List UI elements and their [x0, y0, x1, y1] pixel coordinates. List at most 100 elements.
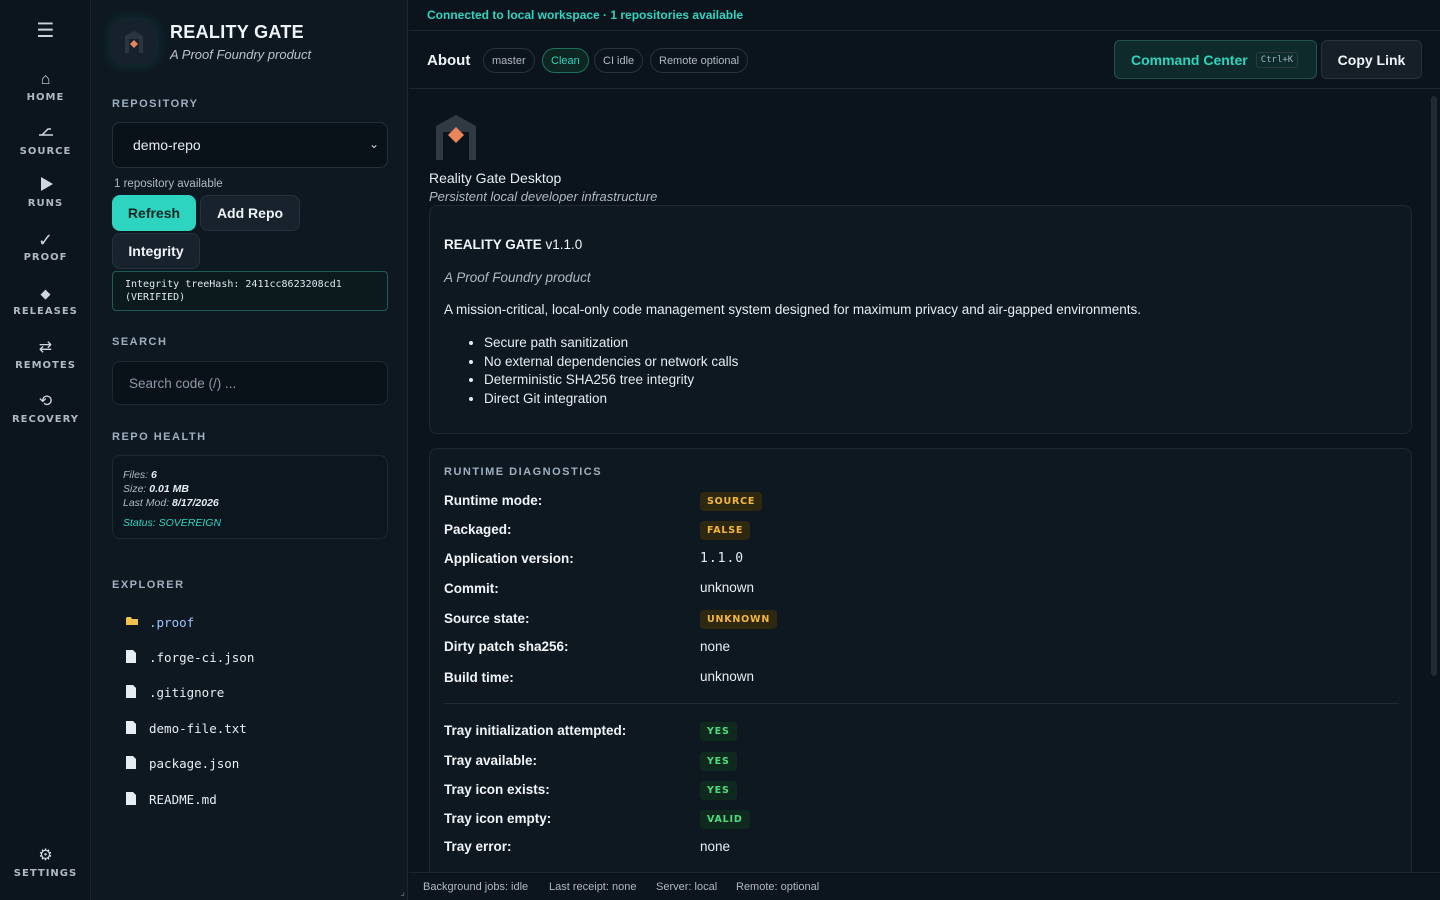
explorer-file[interactable]: README.md	[126, 789, 217, 809]
play-icon	[0, 176, 91, 196]
diag-label: Tray available:	[444, 753, 538, 768]
repo-health-panel: Files: 6 Size: 0.01 MB Last Mod: 8/17/20…	[112, 455, 388, 539]
health-lastmod-label: Last Mod:	[123, 497, 170, 509]
rail-item-label: RUNS	[27, 198, 64, 209]
rail-item-remotes[interactable]: ⇄ REMOTES	[0, 338, 91, 371]
feature-item: Deterministic SHA256 tree integrity	[484, 371, 738, 390]
diag-value: unknown	[700, 580, 755, 595]
explorer-file[interactable]: demo-file.txt	[126, 718, 247, 738]
folder-icon	[126, 615, 139, 629]
file-name: package.json	[149, 755, 240, 771]
hamburger-icon[interactable]: ☰	[0, 18, 91, 43]
health-files: Files: 6	[123, 468, 377, 482]
health-size: Size: 0.01 MB	[123, 482, 377, 496]
status-last-receipt: Last receipt: none	[549, 881, 637, 893]
sidebar: REALITY GATE A Proof Foundry product REP…	[92, 0, 408, 900]
diag-value: unknown	[700, 669, 755, 684]
search-input[interactable]	[112, 361, 388, 405]
health-status: Status: SOVEREIGN	[123, 517, 222, 529]
diag-label: Packaged:	[444, 522, 512, 537]
rail-item-runs[interactable]: RUNS	[0, 176, 91, 209]
diag-label: Build time:	[444, 670, 514, 685]
feature-list: Secure path sanitization No external dep…	[484, 334, 738, 408]
diag-label: Dirty patch sha256:	[444, 639, 569, 654]
rail-item-releases[interactable]: ◆ RELEASES	[0, 284, 91, 317]
diag-label: Commit:	[444, 581, 499, 596]
restore-icon: ⟲	[38, 393, 53, 410]
repository-select[interactable]: demo-repo ⌄	[112, 122, 388, 168]
ci-status-pill: CI idle	[594, 48, 644, 73]
feature-item: Secure path sanitization	[484, 334, 738, 353]
rail-item-settings[interactable]: ⚙ SETTINGS	[0, 846, 91, 879]
command-center-button[interactable]: Command Center Ctrl+K	[1114, 40, 1317, 79]
remote-status-pill: Remote optional	[650, 48, 749, 73]
product-version: v1.1.0	[545, 237, 583, 252]
status-bar: Background jobs: idle Last receipt: none…	[409, 872, 1440, 900]
rail-item-label: REMOTES	[15, 360, 76, 371]
file-icon	[126, 792, 139, 806]
rail-item-label: SOURCE	[19, 146, 72, 157]
swap-arrows-icon: ⇄	[38, 339, 53, 356]
integrity-result: Integrity treeHash: 2411cc8623208cd1 (VE…	[112, 271, 388, 311]
product-description: A mission-critical, local-only code mana…	[444, 302, 1142, 317]
nav-rail: ☰ ⌂ HOME SOURCE RUNS ✓ PROOF ◆ RELEASES …	[0, 0, 91, 900]
app-subtitle: Persistent local developer infrastructur…	[429, 189, 658, 204]
explorer-section-label: EXPLORER	[112, 579, 185, 591]
file-icon	[126, 721, 139, 735]
runtime-diagnostics-card: RUNTIME DIAGNOSTICS Runtime mode: SOURCE…	[429, 448, 1412, 872]
connection-status: Connected to local workspace · 1 reposit…	[409, 0, 1440, 31]
health-size-label: Size:	[123, 483, 147, 495]
file-name: .gitignore	[149, 684, 225, 700]
feature-item: Direct Git integration	[484, 390, 738, 409]
diag-value: 1.1.0	[700, 551, 745, 566]
repo-health-label: REPO HEALTH	[112, 431, 207, 443]
brand-logo	[112, 20, 156, 64]
integrity-button[interactable]: Integrity	[112, 233, 200, 269]
resize-grip-icon[interactable]: ⌟	[400, 887, 405, 898]
diag-value: none	[700, 639, 731, 654]
health-files-value: 6	[151, 469, 157, 481]
diag-label: Application version:	[444, 551, 574, 566]
diag-badge: VALID	[700, 810, 750, 829]
health-files-label: Files:	[123, 469, 149, 481]
feature-item: No external dependencies or network call…	[484, 353, 738, 372]
status-background-jobs: Background jobs: idle	[423, 881, 529, 893]
shortcut-hint: Ctrl+K	[1255, 51, 1299, 68]
file-name: README.md	[149, 791, 217, 807]
gear-icon: ⚙	[38, 847, 53, 864]
source-icon	[0, 124, 91, 144]
product-name: REALITY GATE	[444, 237, 542, 252]
product-card: REALITY GATE v1.1.0 A Proof Foundry prod…	[429, 205, 1412, 434]
app-logo-icon	[436, 115, 476, 160]
diag-label: Tray initialization attempted:	[444, 723, 627, 738]
page-header: About master Clean CI idle Remote option…	[409, 31, 1440, 89]
app-name: Reality Gate Desktop	[429, 170, 562, 186]
file-icon	[126, 650, 139, 664]
diag-label: Tray icon exists:	[444, 782, 550, 797]
explorer-folder[interactable]: .proof	[126, 612, 194, 632]
rail-item-source[interactable]: SOURCE	[0, 124, 91, 157]
page-title: About	[427, 52, 471, 69]
health-lastmod-value: 8/17/2026	[172, 497, 219, 509]
copy-link-button[interactable]: Copy Link	[1321, 40, 1422, 79]
rail-item-recovery[interactable]: ⟲ RECOVERY	[0, 392, 91, 425]
explorer-file[interactable]: .forge-ci.json	[126, 647, 254, 667]
rail-item-home[interactable]: ⌂ HOME	[0, 70, 91, 103]
file-icon	[126, 685, 139, 699]
repo-count: 1 repository available	[114, 178, 223, 190]
product-title: REALITY GATE v1.1.0	[444, 237, 582, 252]
file-name: .proof	[149, 614, 195, 630]
explorer-file[interactable]: package.json	[126, 753, 239, 773]
refresh-button[interactable]: Refresh	[112, 195, 196, 231]
diag-badge: FALSE	[700, 521, 751, 540]
rail-item-label: SETTINGS	[13, 868, 78, 879]
main-panel: Connected to local workspace · 1 reposit…	[409, 0, 1440, 900]
scrollbar[interactable]	[1431, 96, 1437, 676]
file-name: demo-file.txt	[149, 720, 247, 736]
status-server: Server: local	[656, 881, 718, 893]
add-repo-button[interactable]: Add Repo	[200, 195, 300, 231]
rail-item-proof[interactable]: ✓ PROOF	[0, 230, 91, 263]
diag-badge: YES	[700, 722, 737, 741]
explorer-file[interactable]: .gitignore	[126, 682, 224, 702]
branch-pill: master	[483, 48, 535, 73]
